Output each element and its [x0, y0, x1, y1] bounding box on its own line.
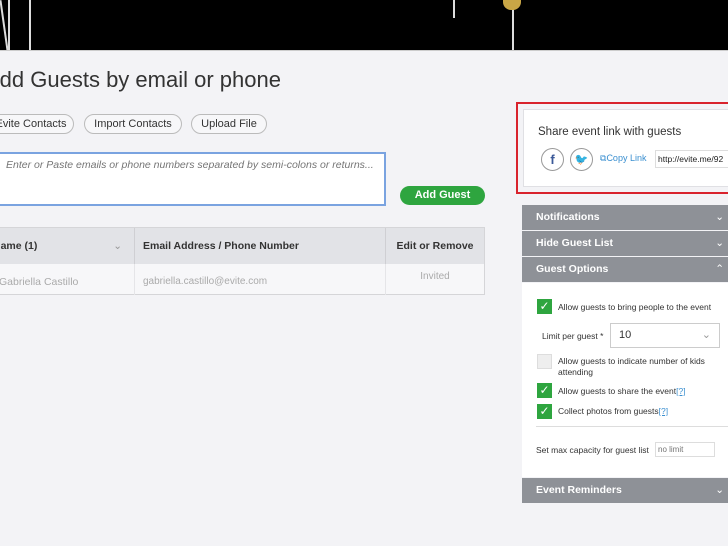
guest-email: gabriella.castillo@evite.com — [135, 264, 386, 295]
column-header-edit: Edit or Remove — [386, 228, 484, 264]
accordion-event-reminders[interactable]: Event Reminders ⌄ — [522, 478, 728, 503]
max-capacity-input[interactable] — [655, 442, 715, 457]
chevron-up-icon: ⌃ — [715, 263, 724, 275]
accordion-notifications[interactable]: Notifications ⌄ — [522, 205, 728, 230]
help-link[interactable]: [?] — [676, 386, 685, 396]
guest-emails-input[interactable] — [0, 152, 386, 206]
photos-label: Collect photos from guests[?] — [558, 406, 669, 416]
bring-people-checkbox[interactable]: ✓ — [537, 299, 552, 314]
page-title: Add Guests by email or phone — [0, 67, 281, 92]
upload-file-button[interactable]: Upload File — [191, 114, 267, 134]
chevron-down-icon: ⌄ — [701, 329, 711, 341]
event-link-field[interactable]: http://evite.me/92 — [655, 150, 728, 168]
add-guest-button[interactable]: Add Guest — [400, 186, 485, 205]
accordion-guest-options[interactable]: Guest Options ⌃ — [522, 257, 728, 282]
help-link[interactable]: [?] — [659, 406, 668, 416]
facebook-icon[interactable]: f — [541, 148, 564, 171]
chevron-down-icon: ⌄ — [113, 240, 122, 252]
photos-checkbox[interactable]: ✓ — [537, 404, 552, 419]
chevron-down-icon: ⌄ — [715, 484, 724, 496]
guest-options-panel: ✓ Allow guests to bring people to the ev… — [522, 283, 728, 477]
kids-checkbox[interactable] — [537, 354, 552, 369]
limit-label: Limit per guest * — [542, 331, 604, 341]
guest-name: Gabriella Castillo — [0, 264, 135, 295]
import-contacts-button[interactable]: Import Contacts — [84, 114, 182, 134]
capacity-label: Set max capacity for guest list — [536, 445, 649, 455]
evite-contacts-button[interactable]: Evite Contacts — [0, 114, 74, 134]
divider — [536, 426, 728, 427]
column-header-email: Email Address / Phone Number — [135, 228, 386, 264]
share-event-checkbox[interactable]: ✓ — [537, 383, 552, 398]
guest-table: Name (1) ⌄ Email Address / Phone Number … — [0, 227, 485, 295]
share-event-box: Share event link with guests f 🐦 ⧉Copy L… — [516, 102, 728, 194]
share-event-label: Allow guests to share the event[?] — [558, 386, 686, 396]
guest-status: Invited — [420, 271, 450, 282]
bring-people-label: Allow guests to bring people to the even… — [558, 302, 712, 312]
twitter-icon[interactable]: 🐦 — [570, 148, 593, 171]
copy-link-button[interactable]: ⧉Copy Link — [600, 153, 646, 164]
kids-label: Allow guests to indicate number of kids … — [558, 356, 705, 377]
chevron-down-icon: ⌄ — [715, 211, 724, 223]
accordion-hide-guest-list[interactable]: Hide Guest List ⌄ — [522, 231, 728, 256]
event-header-banner — [0, 0, 728, 51]
limit-per-guest-select[interactable]: 10 ⌄ — [610, 323, 720, 348]
chevron-down-icon: ⌄ — [715, 237, 724, 249]
share-title: Share event link with guests — [538, 126, 682, 138]
column-header-name[interactable]: Name (1) ⌄ — [0, 228, 135, 264]
